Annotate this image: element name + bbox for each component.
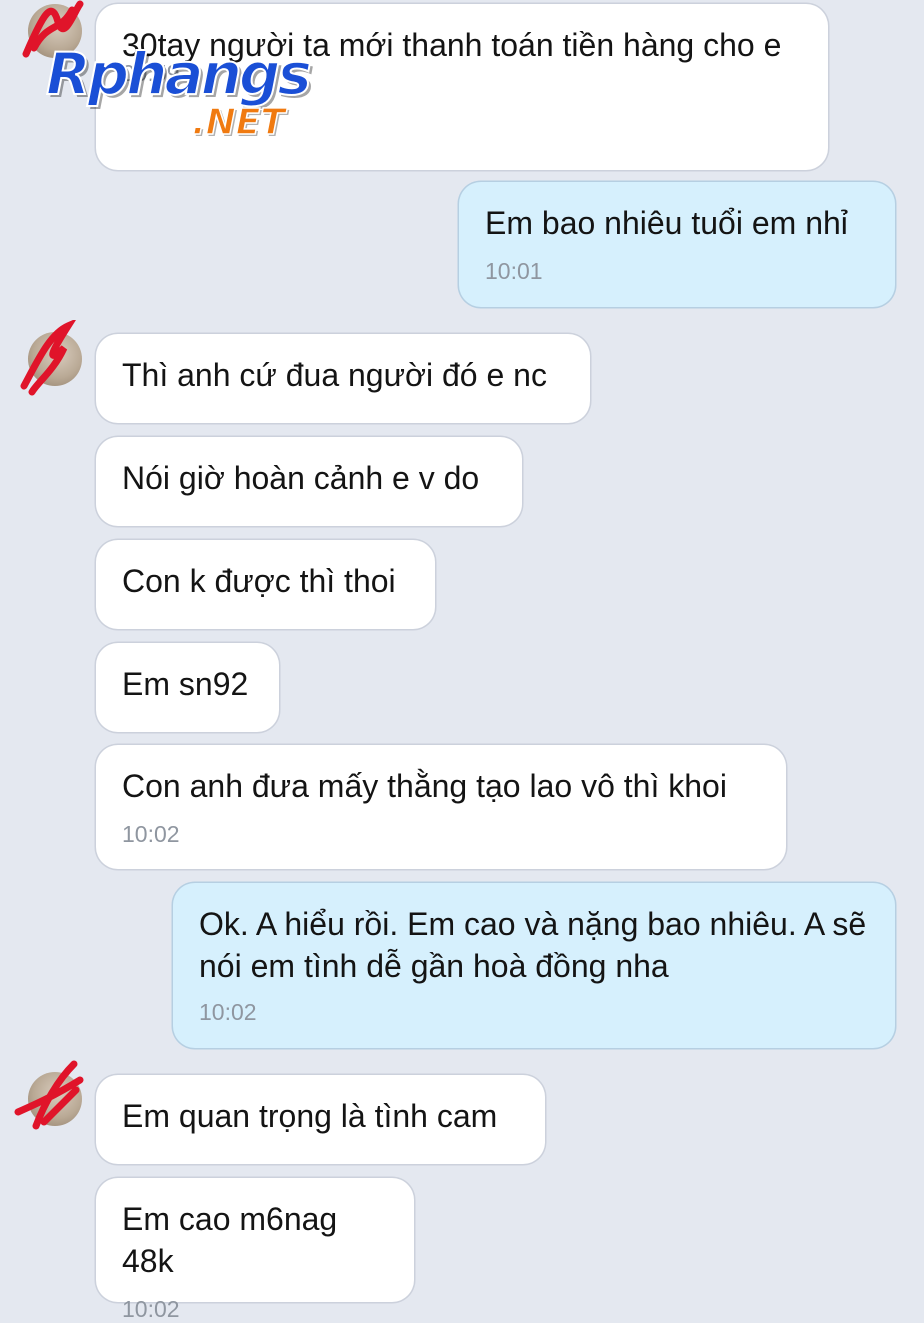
message-bubble-incoming[interactable]: Em sn92 <box>96 643 279 732</box>
message-timestamp: 10:02 <box>122 821 180 847</box>
redaction-scribble-icon <box>20 320 76 396</box>
message-text: Con k được thì thoi <box>122 563 396 599</box>
message-timestamp: 10:02 <box>199 999 257 1025</box>
redaction-scribble-icon <box>14 1060 84 1130</box>
message-text: Em quan trọng là tình cam <box>122 1098 498 1134</box>
message-bubble-incoming[interactable]: Thì anh cứ đua người đó e nc <box>96 334 590 423</box>
sender-avatar[interactable] <box>14 1060 84 1130</box>
message-text: Nói giờ hoàn cảnh e v do <box>122 460 480 496</box>
message-bubble-incoming[interactable]: Em quan trọng là tình cam <box>96 1075 545 1164</box>
message-text: Em bao nhiêu tuổi em nhỉ <box>485 205 848 241</box>
message-text: Con anh đưa mấy thằng tạo lao vô thì kho… <box>122 768 727 804</box>
message-bubble-incoming[interactable]: Em cao m6nag 48k 10:02 <box>96 1178 414 1322</box>
message-timestamp: 10:02 <box>122 1296 180 1322</box>
sender-avatar[interactable] <box>20 320 82 396</box>
message-bubble-incoming[interactable]: Con k được thì thoi <box>96 540 435 629</box>
message-text: Ok. A hiểu rồi. Em cao và nặng bao nhiêu… <box>199 906 875 984</box>
watermark-suffix: .NET <box>191 101 285 144</box>
message-timestamp: 10:01 <box>485 258 543 284</box>
watermark-brand: Rphangs <box>45 39 313 109</box>
message-text: Em sn92 <box>122 666 249 702</box>
message-bubble-outgoing[interactable]: Em bao nhiêu tuổi em nhỉ 10:01 <box>459 182 895 307</box>
message-bubble-incoming[interactable]: Con anh đưa mấy thằng tạo lao vô thì kho… <box>96 745 786 869</box>
message-bubble-outgoing[interactable]: Ok. A hiểu rồi. Em cao và nặng bao nhiêu… <box>173 883 895 1048</box>
message-bubble-incoming[interactable]: Nói giờ hoàn cảnh e v do <box>96 437 522 526</box>
watermark-logo: Rphangs .NET <box>45 39 336 160</box>
message-text: Em cao m6nag 48k <box>122 1201 347 1279</box>
message-text: Thì anh cứ đua người đó e nc <box>122 357 547 393</box>
